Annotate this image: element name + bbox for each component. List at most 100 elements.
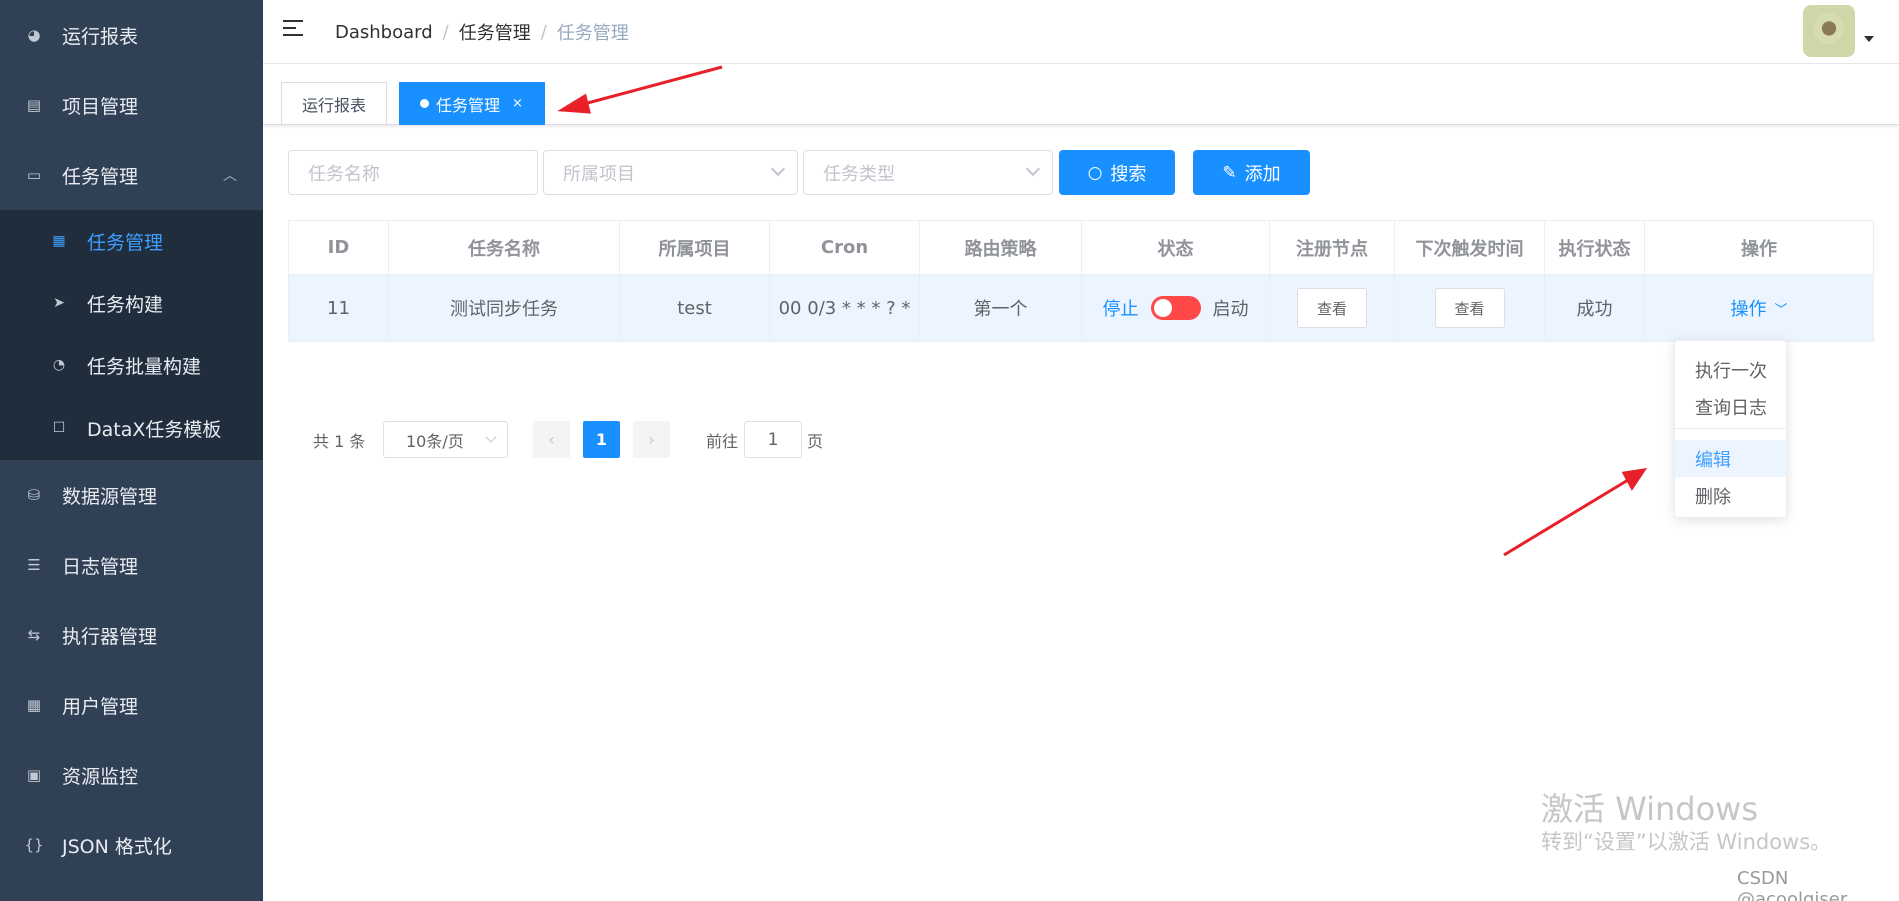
next-page-button[interactable]: ›	[633, 421, 670, 458]
dropdown-item-edit[interactable]: 编辑	[1675, 440, 1786, 477]
sidebar-item-log[interactable]: ☰ 日志管理	[0, 530, 263, 600]
sidebar-item-label: 用户管理	[62, 695, 139, 718]
tag-task-manage[interactable]: 任务管理 ×	[399, 82, 545, 125]
project-select[interactable]: 所属项目	[543, 150, 798, 195]
cell-project: test	[620, 275, 770, 341]
chevron-down-icon[interactable]: ﹀	[1774, 299, 1787, 318]
sidebar-item-json[interactable]: {} JSON 格式化	[0, 810, 263, 880]
action-dropdown-menu: 执行一次 查询日志 编辑 删除	[1674, 340, 1787, 518]
table-header-project: 所属项目	[620, 221, 770, 275]
avatar[interactable]	[1803, 5, 1855, 57]
tags-view: 运行报表 任务管理 ×	[263, 64, 1899, 125]
switch-knob	[1153, 299, 1172, 317]
navbar: Dashboard / 任务管理 / 任务管理	[263, 0, 1899, 64]
cell-next-trigger: 查看	[1395, 275, 1545, 341]
submenu-item-batch-build[interactable]: ◔ 任务批量构建	[0, 334, 263, 396]
calendar-icon: ▦	[52, 233, 66, 249]
sidebar-item-report[interactable]: ◕ 运行报表	[0, 0, 263, 70]
send-icon: ➤	[53, 295, 65, 311]
dropdown-item-query-log[interactable]: 查询日志	[1675, 388, 1786, 425]
cell-name: 测试同步任务	[389, 275, 620, 341]
task-name-placeholder: 任务名称	[308, 163, 380, 185]
user-table-icon: ▦	[26, 696, 42, 714]
sidebar-item-label: 数据源管理	[62, 485, 158, 508]
search-button[interactable]: ○ 搜索	[1059, 150, 1175, 195]
cell-route: 第一个	[920, 275, 1082, 341]
action-dropdown-trigger[interactable]: 操作	[1730, 295, 1766, 321]
breadcrumb: Dashboard / 任务管理 / 任务管理	[335, 19, 629, 45]
sidebar-item-label: 执行器管理	[62, 625, 158, 648]
submenu-item-label: DataX任务模板	[87, 418, 222, 441]
dropdown-item-delete[interactable]: 删除	[1675, 477, 1786, 514]
status-start-label[interactable]: 启动	[1213, 295, 1249, 321]
goto-page-input[interactable]: 1	[744, 421, 802, 458]
table-header-status: 状态	[1082, 221, 1270, 275]
log-icon: ☰	[27, 556, 41, 574]
sidebar-item-executor[interactable]: ⇆ 执行器管理	[0, 600, 263, 670]
sidebar-item-monitor[interactable]: ▣ 资源监控	[0, 740, 263, 810]
pagination-total: 共 1 条	[313, 431, 366, 451]
sidebar-item-task[interactable]: ▭ 任务管理 ︿	[0, 140, 263, 210]
edit-icon: ✎	[1222, 162, 1237, 183]
tag-report[interactable]: 运行报表	[281, 82, 388, 125]
dashboard-gauge-icon: ◔	[52, 357, 66, 373]
submenu-item-task-manage[interactable]: ▦ 任务管理	[0, 210, 263, 272]
task-type-select[interactable]: 任务类型	[803, 150, 1053, 195]
add-button-label: 添加	[1244, 163, 1281, 185]
cell-nodes: 查看	[1270, 275, 1395, 341]
view-nodes-button[interactable]: 查看	[1297, 288, 1367, 328]
chevron-down-icon	[1025, 161, 1041, 177]
table-header-next-trigger: 下次触发时间	[1395, 221, 1545, 275]
task-name-input[interactable]: 任务名称	[288, 150, 538, 195]
submenu-item-label: 任务管理	[87, 231, 164, 254]
sidebar-item-user[interactable]: ▦ 用户管理	[0, 670, 263, 740]
page-number-button[interactable]: 1	[583, 421, 620, 458]
view-next-trigger-button[interactable]: 查看	[1434, 288, 1505, 328]
chevron-right-icon: ›	[648, 430, 655, 449]
database-icon: ⛁	[27, 486, 41, 504]
cell-cron: 00 0/3 * * * ? *	[770, 275, 920, 341]
cell-id: 11	[289, 275, 389, 341]
breadcrumb-task[interactable]: 任务管理	[459, 19, 531, 45]
arrow-to-edit	[1503, 478, 1629, 557]
table-header-cron: Cron	[770, 221, 920, 275]
breadcrumb-dashboard[interactable]: Dashboard	[335, 22, 433, 43]
battery-icon: ▣	[26, 766, 42, 784]
hamburger-icon[interactable]	[283, 19, 305, 41]
dropdown-item-run-once[interactable]: 执行一次	[1675, 351, 1786, 388]
active-dot-icon	[420, 99, 429, 108]
arrow-head-edit	[1621, 468, 1648, 491]
braces-icon: {}	[24, 836, 44, 854]
page-size-value: 10条/页	[406, 431, 464, 451]
submenu-item-task-build[interactable]: ➤ 任务构建	[0, 272, 263, 334]
clipboard-icon: ☐	[52, 420, 66, 436]
sidebar-item-label: 项目管理	[62, 95, 139, 118]
page-suffix: 页	[807, 431, 824, 451]
dropdown-divider	[1675, 428, 1786, 429]
close-icon[interactable]: ×	[512, 96, 523, 111]
task-table: ID 任务名称 所属项目 Cron 路由策略 状态 注册节点 下次触发时间 执行…	[288, 220, 1874, 342]
cell-status: 停止 启动	[1082, 275, 1270, 341]
cell-action: 操作 ﹀	[1645, 275, 1873, 341]
submenu-item-label: 任务批量构建	[87, 355, 202, 378]
caret-down-icon[interactable]	[1864, 36, 1874, 42]
breadcrumb-separator: /	[442, 21, 449, 43]
prev-page-button[interactable]: ‹	[533, 421, 570, 458]
activate-windows-watermark: 激活 Windows	[1541, 790, 1759, 828]
sidebar: ◕ 运行报表 ▤ 项目管理 ▭ 任务管理 ︿ ▦ 任务管理 ➤ 任务构建 ◔ 任…	[0, 0, 263, 901]
activate-windows-hint: 转到“设置”以激活 Windows。	[1541, 830, 1832, 854]
annotation-arrows	[557, 65, 1648, 557]
status-switch[interactable]	[1150, 296, 1201, 320]
sidebar-item-datasource[interactable]: ⛁ 数据源管理	[0, 460, 263, 530]
status-stop-label[interactable]: 停止	[1103, 295, 1139, 321]
search-button-label: 搜索	[1110, 163, 1147, 185]
add-button[interactable]: ✎ 添加	[1193, 150, 1310, 195]
submenu-item-datax-template[interactable]: ☐ DataX任务模板	[0, 397, 263, 459]
table-header-exec-status: 执行状态	[1545, 221, 1645, 275]
csdn-credit: CSDN @acoolgiser	[1737, 868, 1848, 901]
sidebar-item-project[interactable]: ▤ 项目管理	[0, 70, 263, 140]
sidebar-item-label: 任务管理	[62, 165, 139, 188]
page-size-select[interactable]: 10条/页	[383, 421, 508, 458]
dashboard-icon: ◕	[27, 26, 41, 44]
table-header-action: 操作	[1645, 221, 1873, 275]
